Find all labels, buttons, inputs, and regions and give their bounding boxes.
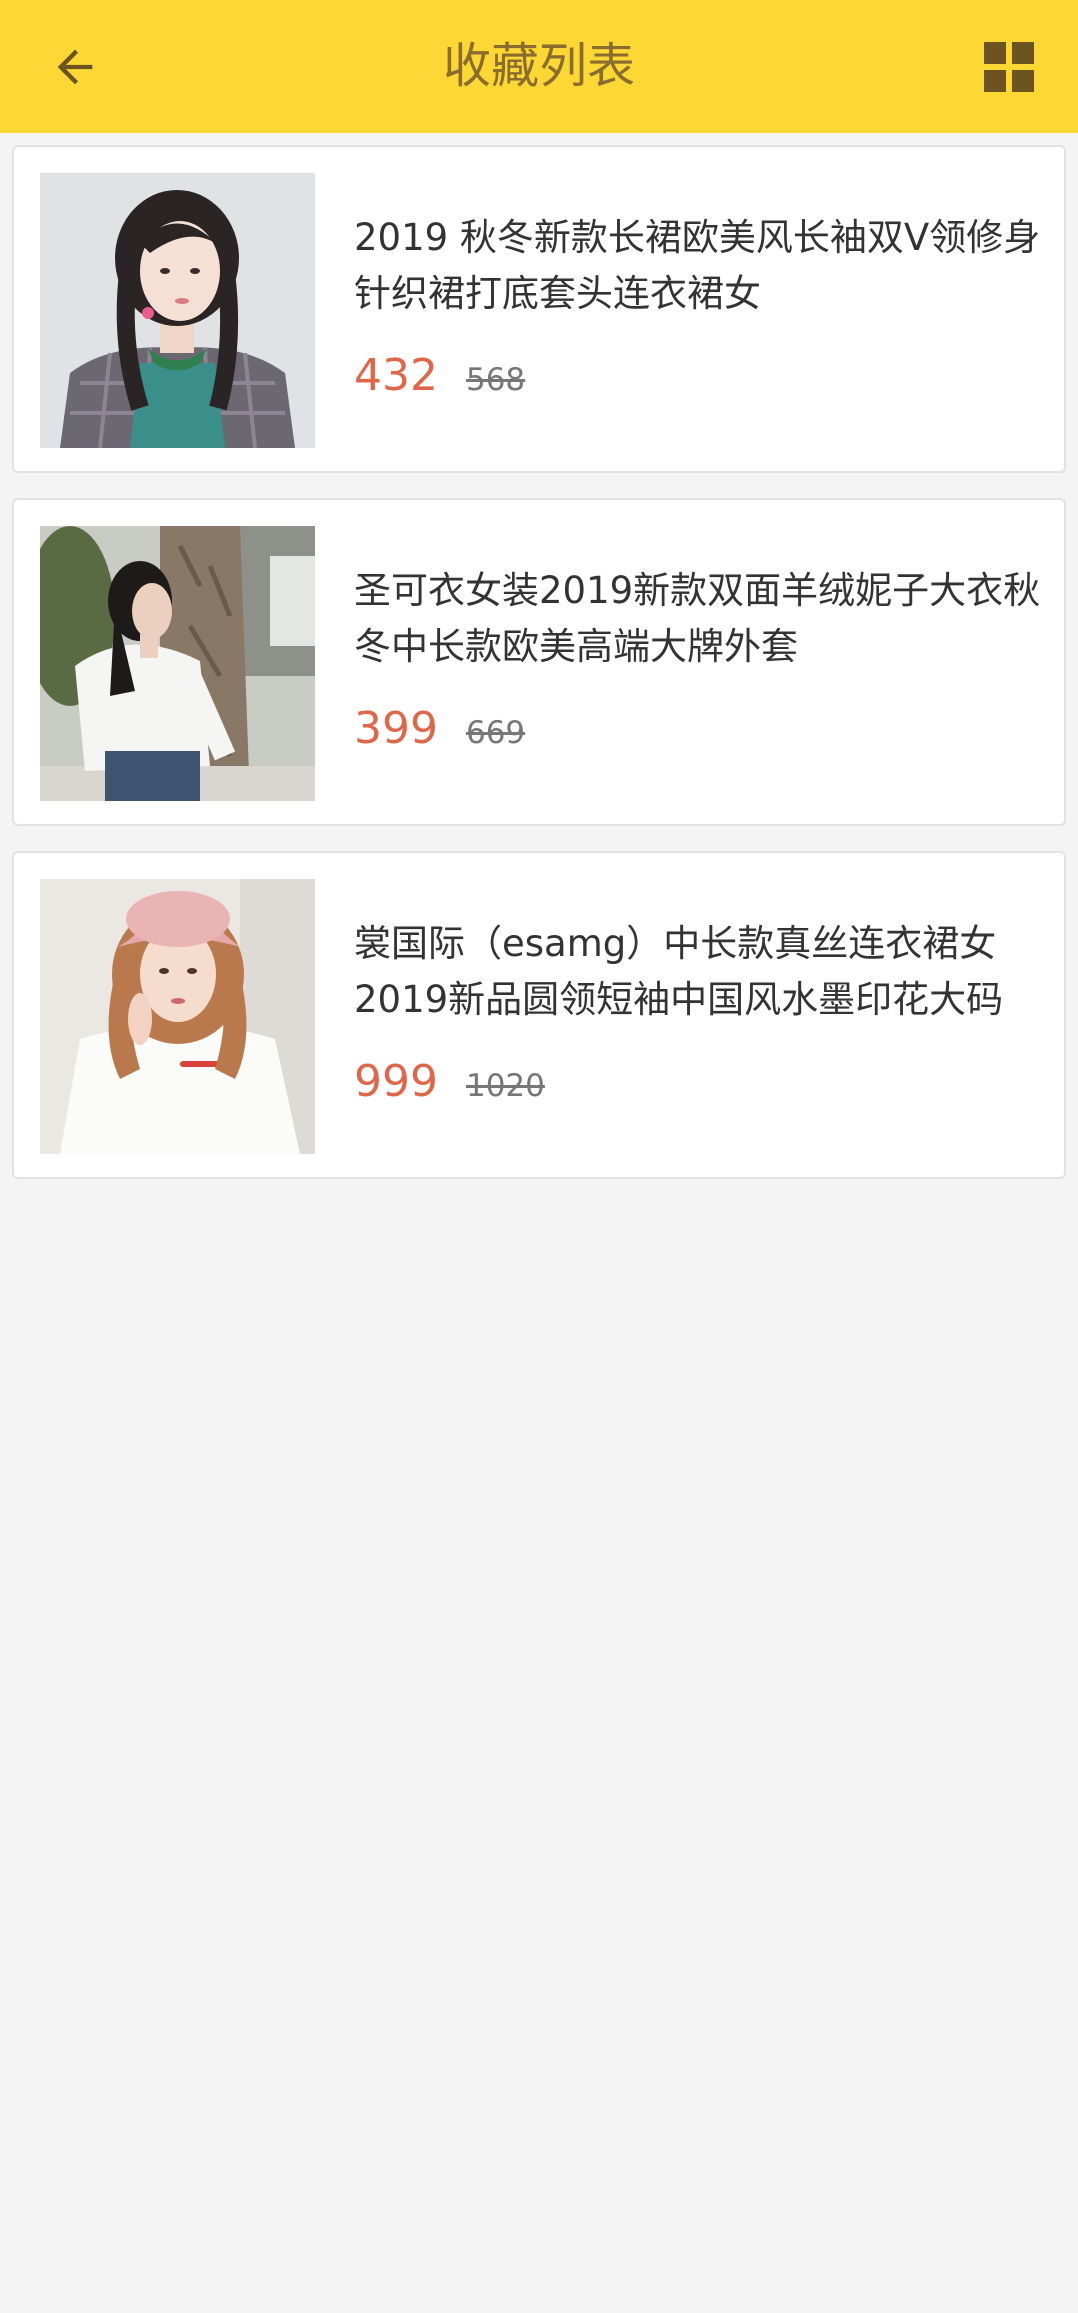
list-item[interactable]: 圣可衣女装2019新款双面羊绒妮子大衣秋冬中长款欧美高端大牌外套 399 669 [12,498,1066,826]
item-price: 999 [354,1056,438,1107]
arrow-left-icon [57,49,93,85]
favorites-list: 2019 秋冬新款长裙欧美风长袖双V领修身针织裙打底套头连衣裙女 432 568 [12,145,1066,1204]
product-image [40,879,315,1154]
grid-view-icon [984,42,1034,92]
item-info: 裳国际（esamg）中长款真丝连衣裙女2019新品圆领短袖中国风水墨印花大码 9… [354,916,1044,1107]
product-image [40,173,315,448]
page-title: 收藏列表 [442,38,635,94]
item-original-price: 1020 [465,1068,545,1104]
price-row: 399 669 [354,703,1044,754]
item-info: 2019 秋冬新款长裙欧美风长袖双V领修身针织裙打底套头连衣裙女 432 568 [354,210,1044,401]
item-name: 圣可衣女装2019新款双面羊绒妮子大衣秋冬中长款欧美高端大牌外套 [354,569,1041,668]
item-original-price: 669 [465,715,526,751]
app-bar: 收藏列表 [0,0,1078,133]
price-row: 999 1020 [354,1056,1044,1107]
back-button[interactable] [40,32,110,102]
item-original-price: 568 [465,362,526,398]
product-image [40,526,315,801]
price-row: 432 568 [354,350,1044,401]
item-name: 裳国际（esamg）中长款真丝连衣裙女2019新品圆领短袖中国风水墨印花大码 [354,922,1004,1021]
item-info: 圣可衣女装2019新款双面羊绒妮子大衣秋冬中长款欧美高端大牌外套 399 669 [354,563,1044,754]
item-name: 2019 秋冬新款长裙欧美风长袖双V领修身针织裙打底套头连衣裙女 [354,216,1041,315]
grid-view-button[interactable] [980,38,1038,96]
list-item[interactable]: 裳国际（esamg）中长款真丝连衣裙女2019新品圆领短袖中国风水墨印花大码 9… [12,851,1066,1179]
item-price: 432 [354,350,438,401]
list-item[interactable]: 2019 秋冬新款长裙欧美风长袖双V领修身针织裙打底套头连衣裙女 432 568 [12,145,1066,473]
item-price: 399 [354,703,438,754]
